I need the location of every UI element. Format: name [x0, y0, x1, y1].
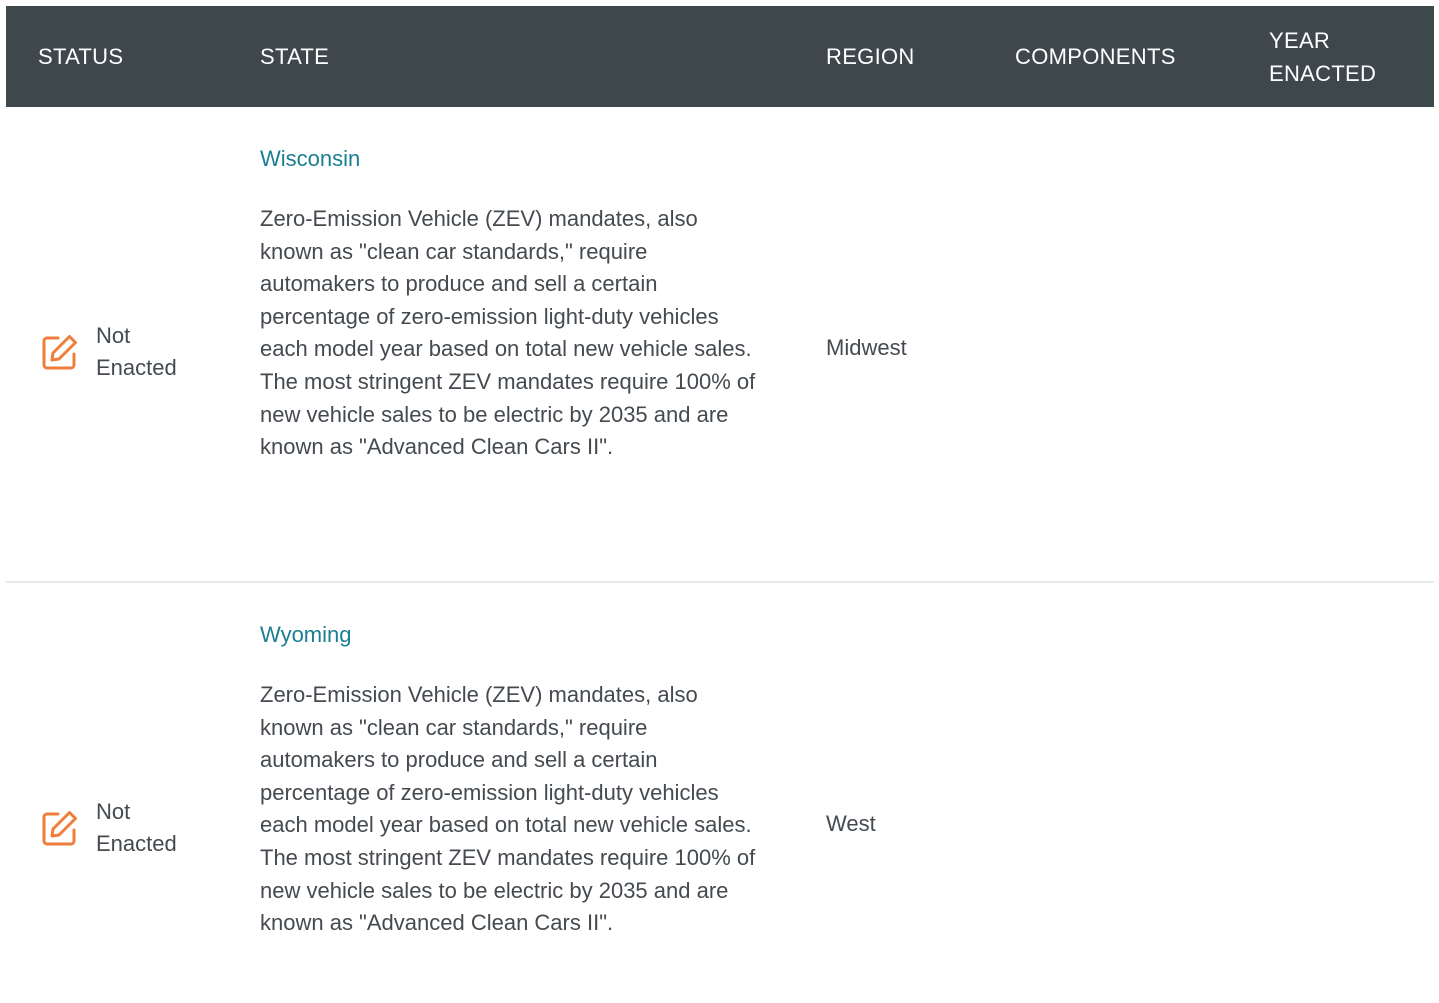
status-label: Not Enacted — [96, 799, 177, 856]
policy-description: Zero-Emission Vehicle (ZEV) mandates, al… — [260, 206, 756, 460]
edit-icon — [40, 808, 80, 848]
column-header-year-enacted[interactable]: YEAR ENACTED — [1269, 6, 1409, 107]
column-header-state[interactable]: STATE — [260, 6, 329, 107]
policy-description: Zero-Emission Vehicle (ZEV) mandates, al… — [260, 682, 756, 936]
column-header-region[interactable]: REGION — [826, 6, 915, 107]
region-label: West — [826, 811, 876, 836]
table-row: Not Enacted Wisconsin Zero-Emission Vehi… — [6, 107, 1434, 582]
policy-table: STATUS STATE REGION COMPONENTS YEAR ENAC… — [6, 6, 1434, 935]
status-cell: Not Enacted — [40, 320, 206, 384]
column-header-status[interactable]: STATUS — [38, 6, 123, 107]
status-label: Not Enacted — [96, 323, 177, 380]
edit-icon — [40, 332, 80, 372]
state-link-wisconsin[interactable]: Wisconsin — [260, 143, 360, 175]
table-header: STATUS STATE REGION COMPONENTS YEAR ENAC… — [6, 6, 1434, 107]
status-cell: Not Enacted — [40, 796, 206, 860]
state-link-wyoming[interactable]: Wyoming — [260, 619, 352, 651]
table-row: Not Enacted Wyoming Zero-Emission Vehicl… — [6, 583, 1434, 1003]
column-header-components[interactable]: COMPONENTS — [1015, 6, 1176, 107]
region-label: Midwest — [826, 335, 907, 360]
